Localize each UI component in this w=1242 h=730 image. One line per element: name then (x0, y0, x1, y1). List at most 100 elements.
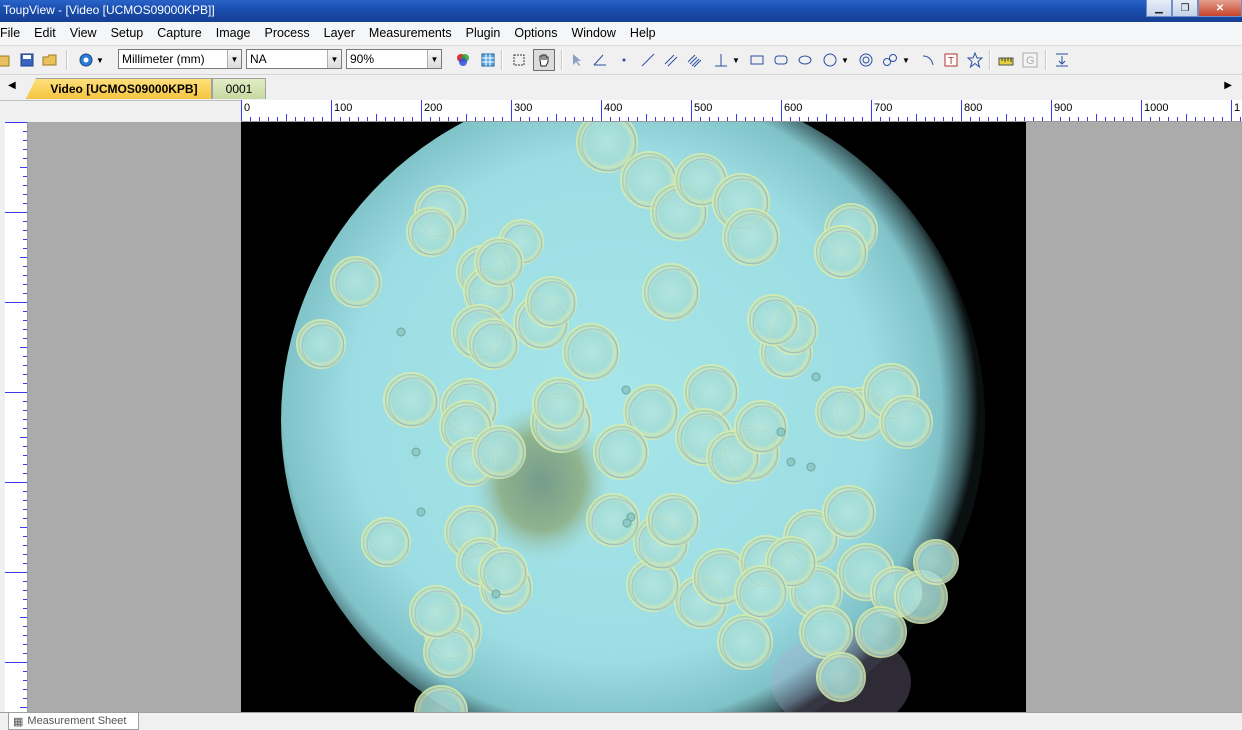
tab-scroll-left-icon[interactable]: ◀ (8, 80, 16, 91)
ruler-tick (23, 266, 27, 267)
ruler-tick (1024, 117, 1025, 121)
save-icon[interactable] (17, 50, 37, 70)
menu-plugin[interactable]: Plugin (459, 22, 508, 45)
menu-setup[interactable]: Setup (104, 22, 151, 45)
title-bar: ToupView - [Video [UCMOS09000KPB]] ▁ ❐ ✕ (0, 0, 1242, 22)
ruler-tick (1123, 117, 1124, 121)
ruler-tick (403, 117, 404, 121)
camera-icon[interactable] (76, 50, 96, 70)
bottom-panel-bar: ▦ Measurement Sheet (0, 712, 1242, 730)
ruler-tick (295, 117, 296, 121)
ruler-tick (592, 117, 593, 121)
ruler-tick (1240, 117, 1241, 121)
concentric-circles-icon[interactable] (856, 50, 876, 70)
toolbar-separator (561, 50, 563, 70)
two-circles-dropdown-icon[interactable]: ▼ (901, 50, 911, 70)
magnification-select[interactable]: NA ▼ (246, 49, 342, 69)
hand-pan-icon[interactable] (533, 49, 555, 71)
ruler-tick (23, 239, 27, 240)
measurement-sheet-tab[interactable]: ▦ Measurement Sheet (8, 713, 140, 730)
ruler-tick (763, 117, 764, 121)
menu-layer[interactable]: Layer (317, 22, 362, 45)
perpendicular-icon[interactable] (711, 50, 731, 70)
rectangle-icon[interactable] (747, 50, 767, 70)
align-icon[interactable] (1052, 50, 1072, 70)
ruler-tick (799, 117, 800, 121)
ruler-tick (304, 117, 305, 121)
ruler-label: 200 (424, 102, 443, 114)
ruler-tick (853, 117, 854, 121)
ruler-tick (925, 117, 926, 121)
ruler-tick (394, 117, 395, 121)
ruler-tick (23, 131, 27, 132)
ruler-tick (23, 185, 27, 186)
tab-0001[interactable]: 0001 (212, 78, 266, 99)
image-canvas[interactable] (28, 122, 1242, 712)
ruler-tick (574, 117, 575, 121)
ruler-tick (23, 563, 27, 564)
menu-options[interactable]: Options (507, 22, 564, 45)
unit-select[interactable]: Millimeter (mm) ▼ (118, 49, 242, 69)
star-icon[interactable] (965, 50, 985, 70)
tab-label: 0001 (225, 82, 253, 96)
ruler-tick (934, 117, 935, 121)
angle-icon[interactable] (590, 50, 610, 70)
ruler-tick (781, 100, 782, 121)
menu-process[interactable]: Process (257, 22, 316, 45)
minimize-button[interactable]: ▁ (1146, 0, 1172, 17)
circle-icon[interactable] (820, 50, 840, 70)
camera-dropdown-icon[interactable]: ▼ (95, 50, 105, 70)
ruler-tick (23, 464, 27, 465)
menu-window[interactable]: Window (564, 22, 622, 45)
close-button[interactable]: ✕ (1198, 0, 1242, 17)
menu-view[interactable]: View (63, 22, 104, 45)
ruler-tick (358, 117, 359, 121)
rounded-rectangle-icon[interactable] (771, 50, 791, 70)
menu-edit[interactable]: Edit (27, 22, 63, 45)
close-icon: ✕ (1215, 2, 1225, 14)
color-icon[interactable] (453, 50, 473, 70)
g-icon[interactable]: G (1020, 50, 1040, 70)
ruler-tick (970, 117, 971, 121)
ruler-tick (5, 302, 27, 303)
circle-dropdown-icon[interactable]: ▼ (840, 50, 850, 70)
ruler-tick (23, 599, 27, 600)
select-roi-icon[interactable] (509, 50, 529, 70)
grid-icon[interactable] (478, 50, 498, 70)
chevron-down-icon: ▼ (327, 50, 341, 68)
menu-help[interactable]: Help (623, 22, 663, 45)
zoom-select[interactable]: 90% ▼ (346, 49, 442, 69)
ruler-tick (637, 117, 638, 121)
tab-scroll-right-icon[interactable]: ▶ (1224, 80, 1232, 91)
multi-lines-icon[interactable] (685, 50, 705, 70)
text-icon[interactable]: T (941, 50, 961, 70)
ruler-tick (808, 117, 809, 121)
ellipse-icon[interactable] (795, 50, 815, 70)
perpendicular-dropdown-icon[interactable]: ▼ (731, 50, 741, 70)
new-icon[interactable] (0, 50, 14, 70)
ruler-tick (1006, 114, 1007, 121)
menu-capture[interactable]: Capture (150, 22, 208, 45)
tab-video[interactable]: Video [UCMOS09000KPB] (26, 78, 212, 99)
menu-image[interactable]: Image (209, 22, 258, 45)
restore-button[interactable]: ❐ (1172, 0, 1198, 17)
ruler-tick (457, 117, 458, 121)
toolbar-separator (501, 50, 503, 70)
two-circles-icon[interactable] (880, 50, 900, 70)
open-folder-icon[interactable] (40, 50, 60, 70)
ruler-tick (23, 428, 27, 429)
point-icon[interactable] (614, 50, 634, 70)
ruler-tick (23, 410, 27, 411)
ruler-tick (23, 356, 27, 357)
ruler-tick (1150, 117, 1151, 121)
parallel-lines-icon[interactable] (661, 50, 681, 70)
ruler-tick (898, 117, 899, 121)
menu-measurements[interactable]: Measurements (362, 22, 459, 45)
pointer-icon[interactable] (566, 50, 586, 70)
arc-icon[interactable] (918, 50, 938, 70)
line-icon[interactable] (638, 50, 658, 70)
magnification-select-value: NA (250, 52, 267, 66)
menu-file[interactable]: File (0, 22, 27, 45)
ruler-tick (727, 117, 728, 121)
calibration-icon[interactable] (996, 50, 1016, 70)
